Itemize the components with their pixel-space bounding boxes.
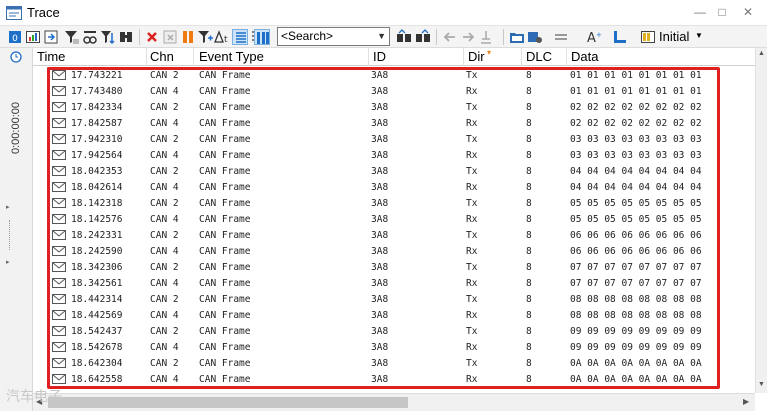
mark-icon[interactable] [478,29,494,45]
fixed-position-icon[interactable] [232,29,248,45]
column-header-dlc[interactable]: DLC [526,49,552,64]
scrollbar-thumb[interactable] [48,397,408,408]
chart-icon[interactable] [25,29,41,45]
chevron-down-icon[interactable]: ▼ [377,31,386,41]
column-header-dir[interactable]: Dir [468,49,485,64]
export-icon[interactable] [43,29,59,45]
filter-icon[interactable] [100,29,116,45]
filter-icon[interactable] [64,29,80,45]
table-header: Time Chn Event Type ID ▾ Dir DLC Data [33,48,755,66]
svg-text:+: + [596,31,602,39]
column-header-time[interactable]: Time [37,49,65,64]
nav-back-icon[interactable] [442,29,458,45]
minimize-icon[interactable]: — [689,3,711,21]
horizontal-scrollbar[interactable]: ◀ ▶ [33,393,755,411]
table-icon[interactable] [640,29,656,45]
window-title: Trace [27,5,60,20]
chevron-down-icon[interactable]: ▼ [695,31,703,40]
scroll-up-icon[interactable]: ▲ [758,50,765,57]
nav-forward-icon[interactable] [460,29,476,45]
color-icon[interactable] [527,29,543,45]
layout-icon[interactable] [612,29,628,45]
scroll-down-icon[interactable]: ▼ [758,381,765,388]
close-icon[interactable]: ✕ [737,3,759,21]
column-header-event-type[interactable]: Event Type [199,49,264,64]
svg-text:t: t [224,35,228,45]
preset-dropdown[interactable]: Initial [659,29,689,44]
delta-time-icon[interactable]: t [214,29,230,45]
column-header-id[interactable]: ID [373,49,386,64]
search-prev-icon[interactable] [396,29,412,45]
search-next-icon[interactable] [415,29,431,45]
font-icon[interactable]: A + [586,29,602,45]
filter-icon[interactable] [82,29,98,45]
svg-text:0: 0 [12,34,18,44]
display-mode-icon[interactable] [254,29,270,45]
trace-config-icon[interactable]: 0 [7,29,23,45]
filter-plus-icon[interactable] [197,29,213,45]
vertical-scrollbar[interactable]: ▲ ▼ [755,48,767,393]
expand-arrow-icon[interactable]: ▸ [6,203,10,211]
watermark: 汽车电子 [6,389,62,405]
find-icon[interactable] [118,29,134,45]
highlight-box [47,67,720,389]
search-placeholder: <Search> [281,29,334,43]
clear-icon[interactable] [144,29,160,45]
sort-indicator-icon: ▾ [487,48,492,57]
pause-icon[interactable] [180,29,196,45]
scroll-right-icon[interactable]: ▶ [743,397,749,406]
toolbar: 0 t <Search> ▼ A + Initial ▼ [0,26,767,48]
title-bar: Trace — □ ✕ [0,0,767,26]
column-icon[interactable] [554,29,570,45]
column-header-data[interactable]: Data [571,49,598,64]
detail-view-icon[interactable] [162,29,178,45]
search-input[interactable]: <Search> ▼ [277,27,390,46]
svg-text:A: A [587,31,596,45]
trace-window-icon [6,6,22,20]
expand-arrow-icon[interactable]: ▸ [6,258,10,266]
folder-icon[interactable] [509,29,525,45]
clock-icon [10,51,22,63]
left-time-strip: 0:00:00:00 ▸ ▸ [0,48,33,411]
maximize-icon[interactable]: □ [711,3,733,21]
time-display: 0:00:00:00 [10,102,22,154]
column-header-chn[interactable]: Chn [150,49,174,64]
